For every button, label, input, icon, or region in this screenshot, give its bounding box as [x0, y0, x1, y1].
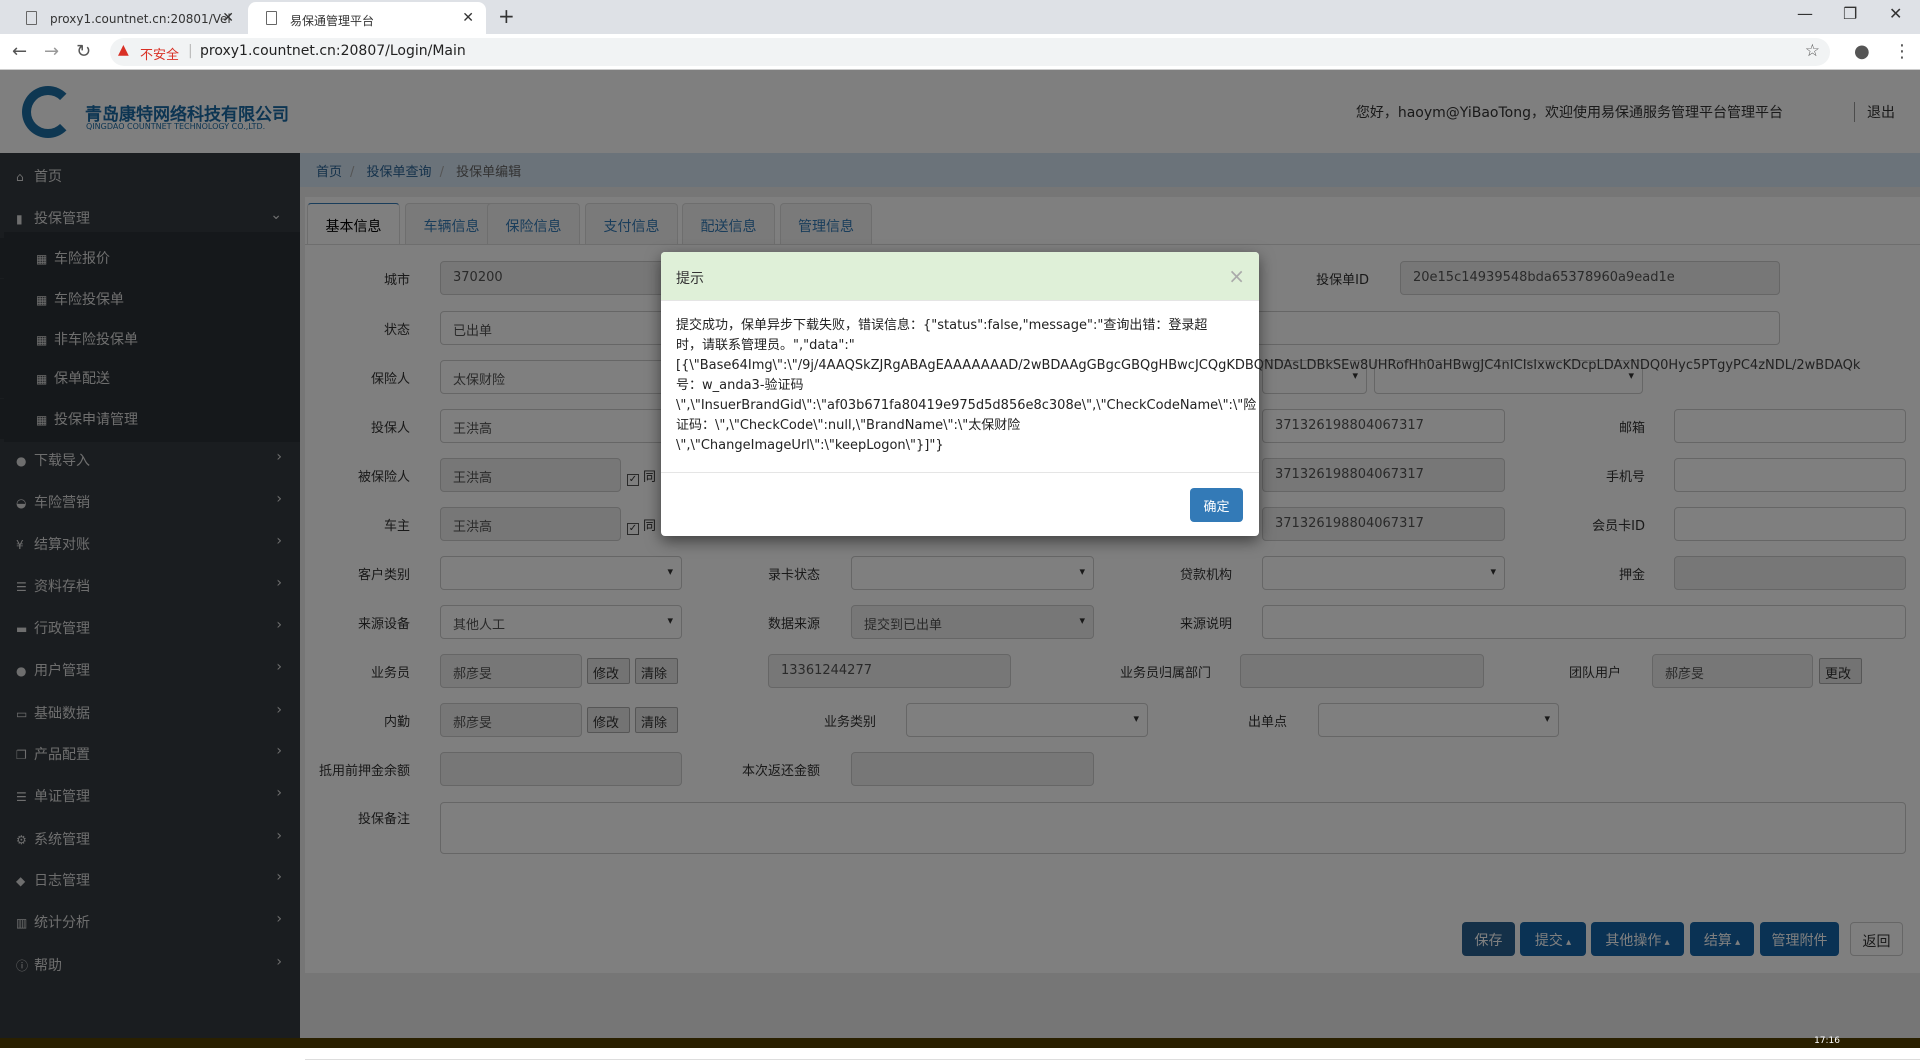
close-window-button[interactable]: ✕ [1889, 4, 1902, 23]
message-line: [{\"Base64Img\":\"/9j/4AAQSkZJRgABAgEAAA… [676, 356, 1860, 376]
browser-tab-bar: proxy1.countnet.cn:20801/Vel ✕ 易保通管理平台 ✕ +… [0, 0, 1920, 34]
close-tab-icon[interactable]: ✕ [462, 10, 474, 26]
message-line: 时，请联系管理员。","data":" [676, 338, 855, 353]
page-icon [26, 11, 37, 25]
confirm-button[interactable]: 确定 [1190, 488, 1243, 522]
warning-icon: ▲ [118, 42, 129, 58]
profile-icon[interactable]: ● [1854, 41, 1870, 62]
page-icon [266, 11, 277, 25]
clock: 17:16 [1814, 1036, 1840, 1046]
browser-tab[interactable]: proxy1.countnet.cn:20801/Vel ✕ [8, 2, 246, 34]
new-tab-button[interactable]: + [498, 4, 515, 28]
dialog-message: 提交成功，保单异步下载失败，错误信息：{"status":false,"mess… [676, 316, 1860, 456]
divider: | [188, 43, 193, 59]
modal-backdrop[interactable] [0, 70, 1920, 1038]
close-tab-icon[interactable]: ✕ [222, 10, 234, 26]
close-icon[interactable]: × [1228, 264, 1245, 288]
tab-title: proxy1.countnet.cn:20801/Vel [50, 12, 231, 26]
message-line: 提交成功，保单异步下载失败，错误信息：{"status":false,"mess… [676, 318, 1208, 333]
back-icon[interactable]: ← [12, 41, 27, 62]
url-bar[interactable]: ▲ 不安全 | proxy1.countnet.cn:20807/Login/M… [110, 38, 1830, 66]
minimize-button[interactable]: — [1797, 4, 1813, 23]
taskbar: 17:16 [0, 1036, 1920, 1048]
bookmark-star-icon[interactable]: ☆ [1805, 41, 1820, 61]
browser-tab-active[interactable]: 易保通管理平台 ✕ [248, 2, 486, 34]
message-line: 证码：\",\"CheckCode\":null,\"BrandName\":\… [676, 418, 1021, 433]
reload-icon[interactable]: ↻ [76, 41, 91, 62]
message-line: \",\"ChangeImageUrl\":\"keepLogon\"}]"} [676, 438, 944, 453]
security-label: 不安全 [140, 48, 180, 63]
address-bar-row: ← → ↻ ▲ 不安全 | proxy1.countnet.cn:20807/L… [0, 34, 1920, 70]
tab-title: 易保通管理平台 [290, 14, 375, 28]
message-line: \",\"InsuerBrandGid\":\"af03b671fa80419e… [676, 398, 1257, 413]
alert-dialog: 提示 × 提交成功，保单异步下载失败，错误信息：{"status":false,"… [661, 252, 1860, 536]
forward-icon[interactable]: → [44, 41, 59, 62]
message-line: 号：w_anda3-验证码 [676, 378, 804, 393]
menu-icon[interactable]: ⋮ [1893, 41, 1911, 62]
dialog-header: 提示 × [661, 252, 1259, 301]
restore-button[interactable]: ❐ [1843, 4, 1857, 23]
url-text[interactable]: proxy1.countnet.cn:20807/Login/Main [200, 43, 466, 59]
dialog-title: 提示 [676, 271, 704, 287]
